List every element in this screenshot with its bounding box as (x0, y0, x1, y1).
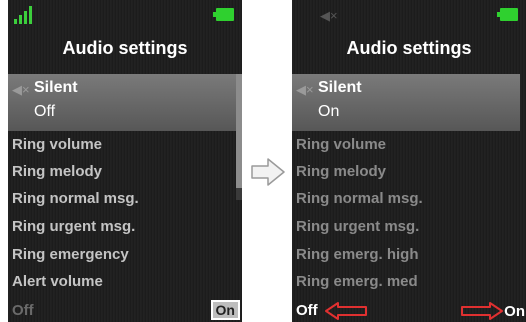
speaker-icon: ◀× (296, 82, 314, 97)
menu-item-label: Silent (318, 79, 362, 96)
menu-item-alert-volume[interactable]: Alert volume (12, 273, 103, 290)
menu-item-ring-emerg-high[interactable]: Ring emerg. high (296, 246, 419, 263)
menu-item-ring-volume[interactable]: Ring volume (12, 136, 102, 153)
menu-item-ring-melody[interactable]: Ring melody (12, 163, 102, 180)
menu-item-ring-normal-msg[interactable]: Ring normal msg. (12, 190, 139, 207)
softkey-left[interactable]: Off (12, 302, 34, 319)
menu-item-silent[interactable]: ◀× Silent Off (8, 74, 236, 131)
speaker-icon: ◀× (12, 82, 30, 97)
battery-icon (497, 8, 518, 21)
menu-item-ring-volume[interactable]: Ring volume (296, 136, 386, 153)
status-bar (8, 0, 242, 28)
menu-item-silent[interactable]: ◀× Silent On (292, 74, 520, 131)
menu-item-ring-urgent-msg[interactable]: Ring urgent msg. (12, 218, 135, 235)
phone-screen-before: Audio settings ◀× Silent Off Ring volume… (8, 0, 242, 322)
battery-icon (213, 8, 234, 21)
scrollbar[interactable] (236, 74, 242, 200)
softkey-left[interactable]: Off (296, 302, 318, 319)
menu-item-label: Silent (34, 79, 78, 96)
menu-item-ring-urgent-msg[interactable]: Ring urgent msg. (296, 218, 419, 235)
menu-item-value: On (318, 103, 340, 120)
signal-strength-icon (14, 6, 36, 24)
status-bar: ◀× (292, 0, 526, 28)
annotation-arrow-left-icon (325, 302, 367, 320)
phone-screen-after: ◀× Audio settings ◀× Silent On Ring volu… (292, 0, 526, 322)
softkey-right[interactable]: On (210, 300, 240, 320)
page-title: Audio settings (346, 38, 472, 58)
menu-item-ring-emergency[interactable]: Ring emergency (12, 246, 129, 263)
page-title: Audio settings (62, 38, 188, 58)
menu-item-ring-normal-msg[interactable]: Ring normal msg. (296, 190, 423, 207)
scroll-thumb[interactable] (236, 74, 242, 188)
mute-icon: ◀× (320, 8, 338, 23)
softkey-right[interactable]: On (501, 304, 526, 320)
menu-item-ring-emerg-med[interactable]: Ring emerg. med (296, 273, 418, 290)
menu-item-ring-melody[interactable]: Ring melody (296, 163, 386, 180)
transition-arrow-icon (251, 158, 285, 186)
menu-item-value: Off (34, 103, 56, 120)
annotation-arrow-right-icon (461, 302, 503, 320)
